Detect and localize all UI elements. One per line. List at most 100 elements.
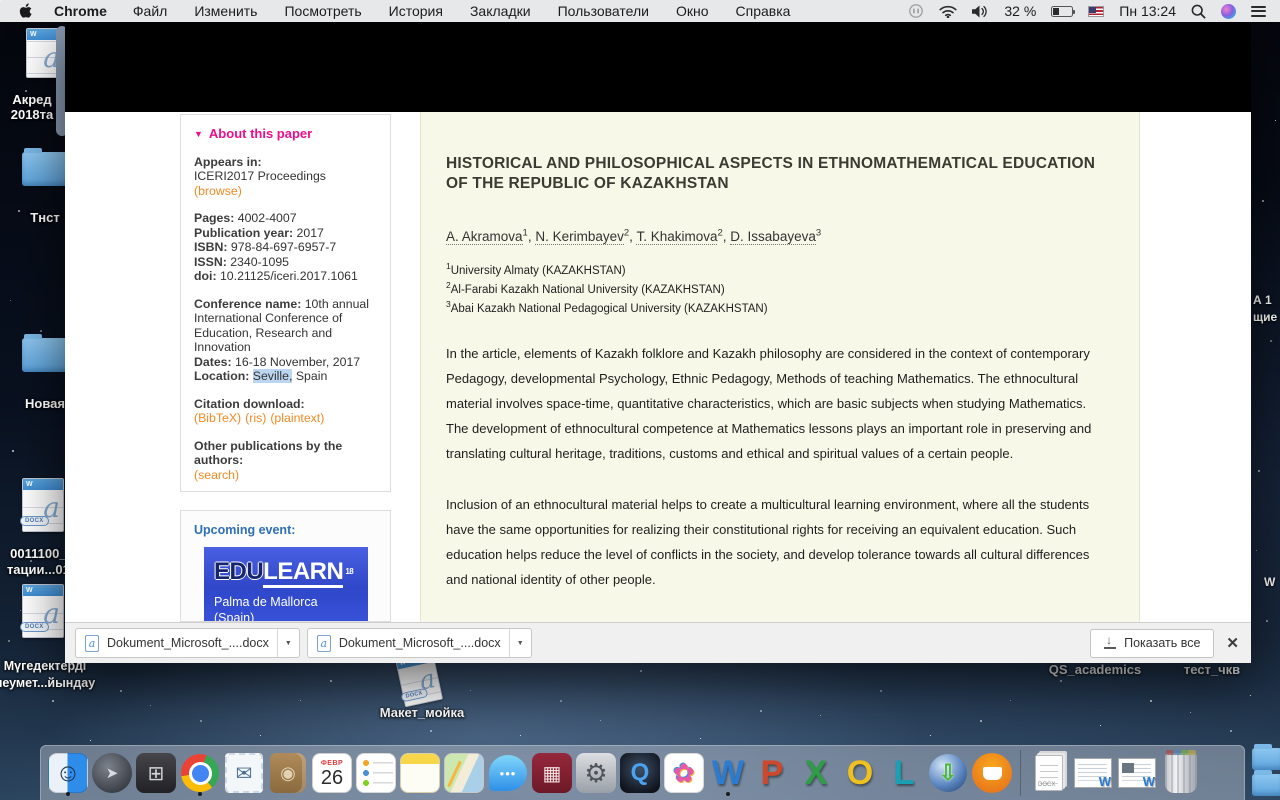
apple-icon[interactable]: [19, 3, 32, 19]
download-filename: Dokument_Microsoft_....docx: [339, 636, 501, 650]
menubar-item[interactable]: Справка: [736, 3, 791, 19]
search-link[interactable]: (search): [194, 468, 239, 482]
dock-lync-icon[interactable]: L: [883, 751, 925, 795]
menubar: Chrome Файл Изменить Посмотреть История Закл…: [0, 0, 1280, 22]
dock-quicktime-icon[interactable]: Q: [619, 751, 661, 795]
affiliation-line: 2Al-Farabi Kazakh National University (K…: [446, 278, 1097, 297]
desktop-label-test-chkv[interactable]: тест_чкв: [1172, 662, 1252, 677]
dock-reminders-icon[interactable]: [355, 751, 397, 795]
affiliation-line: 1University Almaty (KAZAKHSTAN): [446, 259, 1097, 278]
menubar-item[interactable]: Изменить: [194, 3, 257, 19]
about-paper-header[interactable]: ▼About this paper: [194, 127, 377, 142]
window-black-header: [65, 22, 1251, 112]
dock-launchpad-icon[interactable]: ➤: [91, 751, 133, 795]
chrome-window: ▼About this paper Appears in: ICERI2017 …: [65, 22, 1251, 663]
author[interactable]: T. Khakimova2,: [636, 229, 730, 244]
dock-photos-icon[interactable]: ✿: [663, 751, 705, 795]
docx-file-icon: W a DOCX: [22, 584, 64, 638]
notification-center-icon[interactable]: [1251, 3, 1266, 19]
menubar-item[interactable]: История: [389, 3, 443, 19]
dock-contacts-icon[interactable]: ◉: [267, 751, 309, 795]
chevron-down-icon[interactable]: ▼: [509, 629, 531, 657]
author[interactable]: A. Akramova1,: [446, 229, 535, 244]
dock-ibooks-icon[interactable]: [971, 751, 1013, 795]
dock-mail-icon[interactable]: ✉: [223, 751, 265, 795]
paper-title: HISTORICAL AND PHILOSOPHICAL ASPECTS IN …: [446, 154, 1097, 194]
download-item[interactable]: a Dokument_Microsoft_....docx ▼: [307, 628, 532, 658]
menubar-item[interactable]: Закладки: [470, 3, 531, 19]
dock-docpreview1-icon[interactable]: W: [1072, 751, 1114, 795]
dates-label: Dates:: [194, 355, 232, 369]
citation-section: Citation download: (BibTeX) (ris) (plainte…: [194, 397, 377, 426]
chevron-down-icon[interactable]: ▼: [277, 629, 299, 657]
download-item[interactable]: a Dokument_Microsoft_....docx ▼: [75, 628, 300, 658]
dock-calendar-icon[interactable]: ФЕВР26: [311, 751, 353, 795]
location-rest: Spain: [296, 369, 327, 383]
abstract-paragraph: Inclusion of an ethnocultural material h…: [446, 492, 1097, 592]
abstract-paragraph: The ethnocultural component of math educ…: [446, 618, 1097, 622]
conference-name-label: Conference name:: [194, 297, 301, 311]
dock-mission-icon[interactable]: ⊞: [135, 751, 177, 795]
menubar-item[interactable]: Посмотреть: [284, 3, 361, 19]
keyboard-layout-flag-icon[interactable]: [1088, 6, 1104, 17]
appears-in-section: Appears in: ICERI2017 Proceedings (brows…: [194, 155, 377, 199]
abstract-paragraphs: In the article, elements of Kazakh folkl…: [446, 341, 1097, 622]
dock-maps-icon[interactable]: [443, 751, 485, 795]
wifi-icon[interactable]: [939, 5, 957, 18]
dock-docpreview2-icon[interactable]: W: [1116, 751, 1158, 795]
chevron-down-icon: ▼: [194, 129, 203, 139]
dock-finder-icon[interactable]: ☺: [47, 751, 89, 795]
dock-chrome-icon[interactable]: [179, 751, 221, 795]
other-publications-label: Other publications by the authors:: [194, 439, 342, 468]
paper-field-row: ISBN: 978-84-697-6957-7: [194, 240, 377, 255]
menubar-item[interactable]: Пользователи: [558, 3, 649, 19]
dock-docstack-icon[interactable]: DOCX: [1028, 751, 1070, 795]
location-selected-text: Seville,: [253, 369, 293, 383]
other-publications-section: Other publications by the authors: (sear…: [194, 439, 377, 483]
airplay-audio-icon[interactable]: [908, 3, 924, 19]
dock-notes-icon[interactable]: [399, 751, 441, 795]
close-downloads-bar-icon[interactable]: ✕: [1226, 634, 1239, 652]
citation-link[interactable]: (BibTeX): [194, 411, 241, 425]
abstract-paragraph: In the article, elements of Kazakh folkl…: [446, 341, 1097, 466]
page-content: ▼About this paper Appears in: ICERI2017 …: [65, 112, 1251, 622]
folder-icon[interactable]: [1252, 774, 1280, 796]
menubar-clock[interactable]: Пн 13:24: [1119, 3, 1176, 19]
dock-messages-icon[interactable]: •••: [487, 751, 529, 795]
spotlight-search-icon[interactable]: [1191, 4, 1206, 19]
browse-link[interactable]: (browse): [194, 184, 242, 198]
upcoming-event-panel: Upcoming event: EDULEARN18 Palma de Mall…: [180, 510, 391, 622]
citation-link[interactable]: (ris): [245, 411, 266, 425]
siri-icon[interactable]: [1221, 4, 1236, 19]
conference-section: Conference name: 10th annual Internation…: [194, 297, 377, 384]
author[interactable]: D. Issabayeva3: [730, 229, 821, 244]
folder-icon[interactable]: [1252, 748, 1280, 770]
upcoming-event-title: Upcoming event:: [194, 523, 377, 538]
menubar-item[interactable]: Окно: [676, 3, 709, 19]
dock-excel-icon[interactable]: X: [795, 751, 837, 795]
citation-label: Citation download:: [194, 397, 305, 411]
docx-file-icon: W a DOCX: [22, 478, 64, 532]
dock-word-icon[interactable]: W: [707, 751, 749, 795]
desktop-label-qs-academics[interactable]: QS_academics: [1040, 662, 1150, 677]
menubar-item[interactable]: Файл: [133, 3, 167, 19]
appears-in-value: ICERI2017 Proceedings: [194, 169, 326, 183]
dock-outlook-icon[interactable]: O: [839, 751, 881, 795]
citation-link[interactable]: (plaintext): [270, 411, 324, 425]
dock-globedl-icon[interactable]: ⇩: [927, 751, 969, 795]
edulearn-banner[interactable]: EDULEARN18 Palma de Mallorca (Spain) Jul…: [204, 547, 368, 623]
dock-sysprefs-icon[interactable]: ⚙: [575, 751, 617, 795]
download-filename: Dokument_Microsoft_....docx: [107, 636, 269, 650]
dock-photobooth-icon[interactable]: ▦: [531, 751, 573, 795]
dock-powerpoint-icon[interactable]: P: [751, 751, 793, 795]
dock-trash-icon[interactable]: [1160, 751, 1202, 795]
show-all-downloads-button[interactable]: Показать все: [1090, 629, 1214, 658]
paper-fields: Pages: 4002-4007Publication year: 2017IS…: [194, 211, 377, 284]
paper-field-row: doi: 10.21125/iceri.2017.1061: [194, 269, 377, 284]
paper-field-row: Publication year: 2017: [194, 226, 377, 241]
menubar-app-name[interactable]: Chrome: [54, 3, 107, 19]
battery-icon: [1051, 6, 1073, 17]
author[interactable]: N. Kerimbayev2,: [535, 229, 636, 244]
desktop-partial-label: щие: [1253, 310, 1277, 324]
volume-icon[interactable]: [972, 5, 989, 18]
